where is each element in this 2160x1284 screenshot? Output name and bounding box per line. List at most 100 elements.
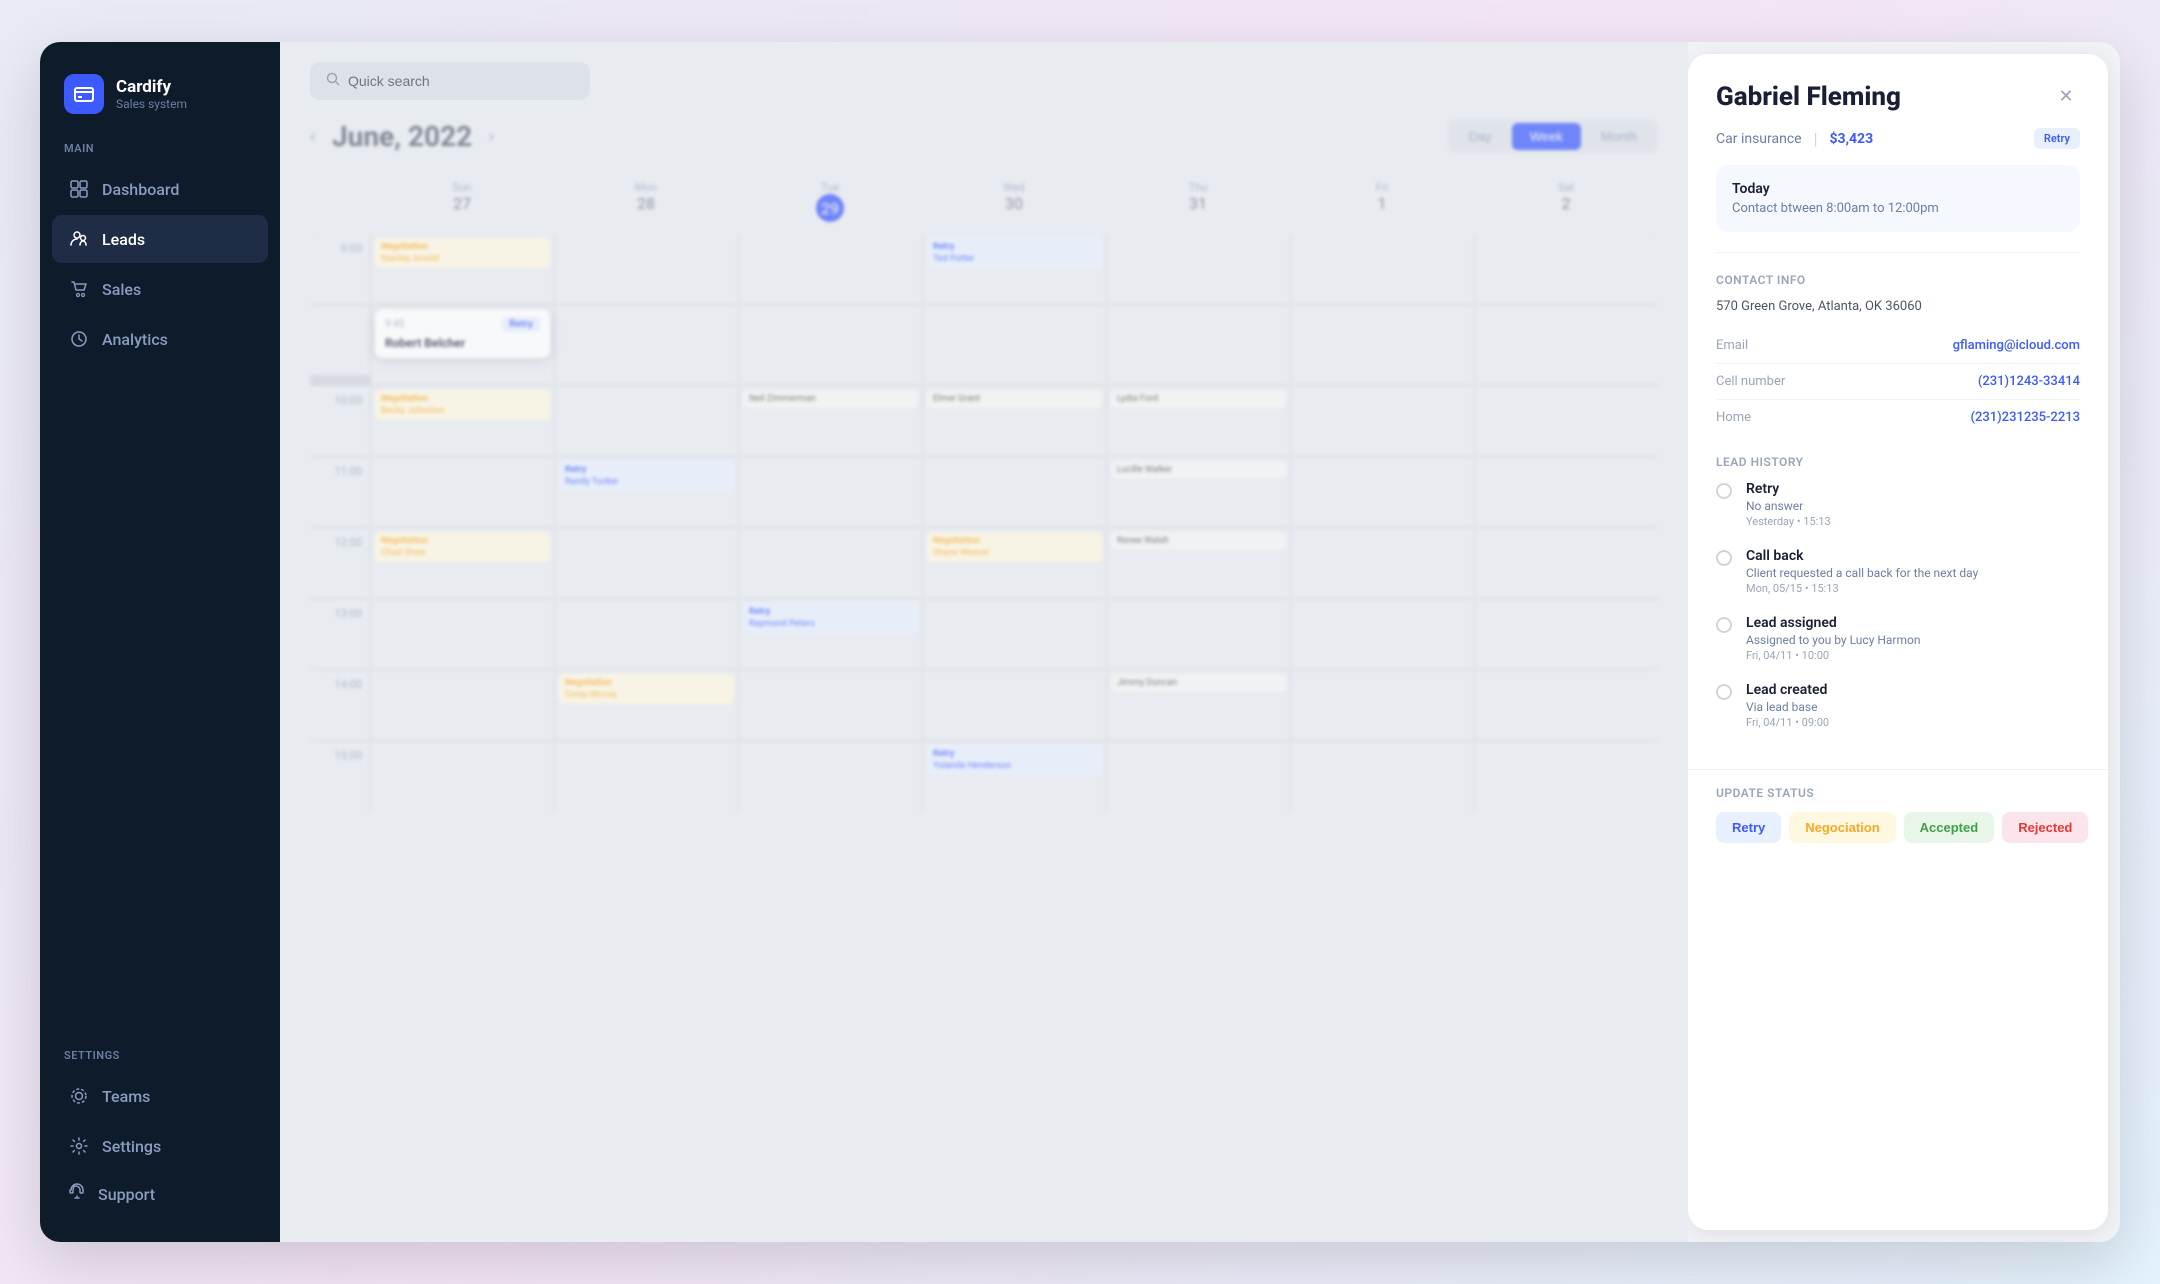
time-10: 10:00 bbox=[310, 386, 370, 456]
day-header-sun: Sun27 bbox=[370, 173, 554, 230]
sidebar-item-teams[interactable]: Teams bbox=[52, 1072, 268, 1120]
panel-divider-1 bbox=[1716, 252, 2080, 253]
event-ted[interactable]: Retry Ted Potter bbox=[927, 238, 1102, 268]
event-yolanda[interactable]: Retry Yolanda Henderson bbox=[927, 745, 1102, 775]
panel-meta: Car insurance | $3,423 Retry bbox=[1688, 128, 2108, 165]
close-panel-button[interactable]: ✕ bbox=[2052, 82, 2080, 110]
cell-13-1 bbox=[555, 599, 738, 669]
status-btn-accepted[interactable]: Accepted bbox=[1904, 812, 1995, 843]
event-renee[interactable]: Renee Walsh bbox=[1111, 532, 1286, 550]
event-jimmy[interactable]: Jimmy Duncan bbox=[1111, 674, 1286, 692]
time-14: 14:00 bbox=[310, 670, 370, 740]
sidebar-item-sales[interactable]: Sales bbox=[52, 265, 268, 313]
history-item-callback: Call back Client requested a call back f… bbox=[1716, 548, 2080, 595]
view-month-btn[interactable]: Month bbox=[1583, 123, 1655, 150]
history-desc-created: Via lead base bbox=[1746, 700, 1829, 714]
update-status-title: Update status bbox=[1716, 786, 2080, 800]
cell-11-5 bbox=[1291, 457, 1474, 527]
time-12: 12:00 bbox=[310, 528, 370, 598]
search-wrap[interactable] bbox=[310, 62, 590, 100]
time-13: 13:00 bbox=[310, 599, 370, 669]
event-raymond[interactable]: Retry Raymond Peters bbox=[743, 603, 918, 633]
event-corey[interactable]: Negotiation Corey Mccoy bbox=[559, 674, 734, 704]
app-name: Cardify bbox=[116, 77, 187, 97]
event-randy[interactable]: Retry Randy Tucker bbox=[559, 461, 734, 491]
status-btn-negotiation[interactable]: Negociation bbox=[1789, 812, 1895, 843]
contact-section-title: Contact info bbox=[1716, 273, 2080, 287]
event-chad[interactable]: Negotiation Chad Shaw bbox=[375, 532, 550, 562]
cell-value[interactable]: (231)1243-33414 bbox=[1978, 374, 2080, 389]
prev-btn[interactable]: ‹ bbox=[310, 126, 316, 147]
meta-divider: | bbox=[1814, 129, 1818, 148]
day-header-sat: Sat2 bbox=[1474, 173, 1658, 230]
search-input[interactable] bbox=[348, 73, 548, 89]
sidebar-item-dashboard[interactable]: Dashboard bbox=[52, 165, 268, 213]
history-desc-assigned: Assigned to you by Lucy Harmon bbox=[1746, 633, 1921, 647]
sales-label: Sales bbox=[102, 280, 141, 299]
event-neil[interactable]: Neil Zimmerman bbox=[743, 390, 918, 408]
analytics-icon bbox=[68, 328, 90, 350]
next-btn[interactable]: › bbox=[488, 126, 494, 147]
history-title-callback: Call back bbox=[1746, 548, 1978, 564]
cell-10-5 bbox=[1291, 386, 1474, 456]
history-time-created: Fri, 04/11 • 09:00 bbox=[1746, 716, 1829, 729]
cell-label: Cell number bbox=[1716, 374, 1785, 389]
cal-row-10: 10:00 Negotiation Becky Johnston Neil Zi… bbox=[310, 386, 1658, 456]
email-label: Email bbox=[1716, 338, 1748, 353]
cell-13-3 bbox=[923, 599, 1106, 669]
cell-12-0: Negotiation Chad Shaw bbox=[371, 528, 554, 598]
app-container: Cardify Sales system Main Dashboard bbox=[40, 42, 2120, 1242]
panel-retry-badge: Retry bbox=[2034, 128, 2080, 149]
contact-cell-row: Cell number (231)1243-33414 bbox=[1716, 364, 2080, 400]
event-elmer[interactable]: Elmer Grant bbox=[927, 390, 1102, 408]
cell-12-6 bbox=[1475, 528, 1658, 598]
time-15: 15:00 bbox=[310, 741, 370, 811]
view-day-btn[interactable]: Day bbox=[1451, 123, 1510, 150]
contact-email-row: Email gflaming@icloud.com bbox=[1716, 328, 2080, 364]
cell-14-3 bbox=[923, 670, 1106, 740]
status-btn-rejected[interactable]: Rejected bbox=[2002, 812, 2088, 843]
time-11: 11:00 bbox=[310, 457, 370, 527]
time-945 bbox=[310, 305, 370, 375]
cell-15-5 bbox=[1291, 741, 1474, 811]
leads-label: Leads bbox=[102, 230, 145, 249]
sidebar-item-settings[interactable]: Settings bbox=[52, 1122, 268, 1170]
settings-icon bbox=[68, 1135, 90, 1157]
search-icon bbox=[326, 72, 340, 90]
cell-14-5 bbox=[1291, 670, 1474, 740]
event-lucille[interactable]: Lucille Walker bbox=[1111, 461, 1286, 479]
history-time-retry: Yesterday • 15:13 bbox=[1746, 515, 1831, 528]
sidebar-item-leads[interactable]: Leads bbox=[52, 215, 268, 263]
cell-15-4 bbox=[1107, 741, 1290, 811]
cell-13-4 bbox=[1107, 599, 1290, 669]
view-week-btn[interactable]: Week bbox=[1512, 123, 1581, 150]
home-value[interactable]: (231)231235-2213 bbox=[1970, 410, 2080, 425]
event-becky[interactable]: Negotiation Becky Johnston bbox=[375, 390, 550, 420]
history-dot-retry bbox=[1716, 483, 1732, 499]
event-stanley[interactable]: Negotiation Stanley Arnold bbox=[375, 238, 550, 268]
sidebar-item-support[interactable]: Support bbox=[52, 1170, 268, 1218]
sidebar-item-analytics[interactable]: Analytics bbox=[52, 315, 268, 363]
cell-14-1: Negotiation Corey Mccoy bbox=[555, 670, 738, 740]
event-shane[interactable]: Negotiation Shane Weaver bbox=[927, 532, 1102, 562]
history-section-title: Lead History bbox=[1716, 455, 2080, 469]
settings-nav: Teams Settings bbox=[40, 1072, 280, 1170]
status-buttons: Retry Negociation Accepted Rejected bbox=[1716, 812, 2080, 843]
cal-row-13: 13:00 Retry Raymond Peters bbox=[310, 599, 1658, 669]
cal-row-12: 12:00 Negotiation Chad Shaw Negotiation … bbox=[310, 528, 1658, 598]
history-item-created: Lead created Via lead base Fri, 04/11 • … bbox=[1716, 682, 2080, 729]
history-desc-retry: No answer bbox=[1746, 499, 1831, 513]
cell-11-3 bbox=[923, 457, 1106, 527]
cal-row-active: 9:45 Retry Robert Belcher bbox=[310, 305, 1658, 385]
settings-section-label: Settings bbox=[40, 1029, 280, 1072]
calendar-title: June, 2022 bbox=[332, 120, 472, 153]
support-label: Support bbox=[98, 1185, 155, 1204]
event-lydia[interactable]: Lydia Ford bbox=[1111, 390, 1286, 408]
cell-13-2: Retry Raymond Peters bbox=[739, 599, 922, 669]
email-value[interactable]: gflaming@icloud.com bbox=[1953, 338, 2080, 353]
status-btn-retry[interactable]: Retry bbox=[1716, 812, 1781, 843]
history-desc-callback: Client requested a call back for the nex… bbox=[1746, 566, 1978, 580]
day-header-wed: Wed30 bbox=[922, 173, 1106, 230]
cell-active-1 bbox=[555, 305, 738, 385]
event-robert-active[interactable]: 9:45 Retry Robert Belcher bbox=[375, 309, 550, 358]
